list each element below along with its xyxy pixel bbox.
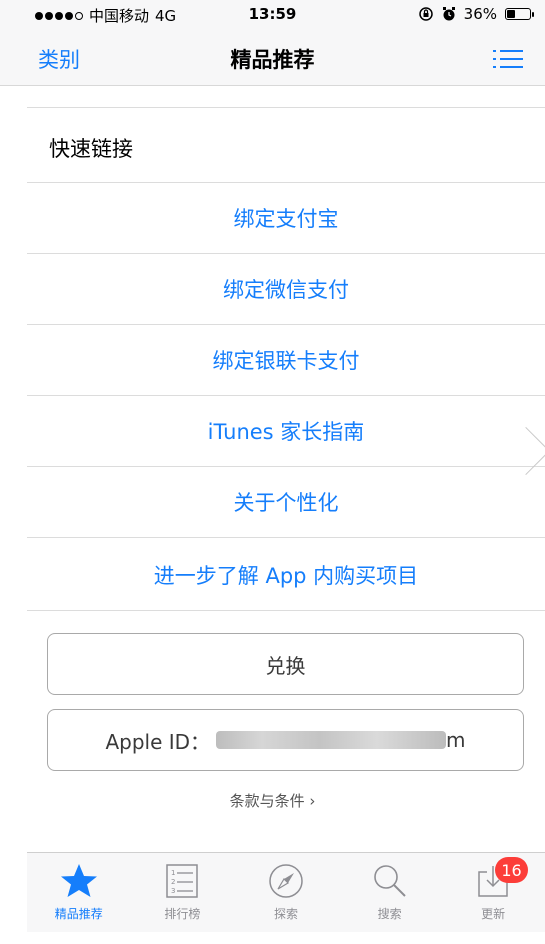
terms-and-conditions-link[interactable]: 条款与条件 ›: [0, 790, 545, 811]
link-in-app-purchases[interactable]: 进一步了解 App 内购买项目: [27, 540, 545, 611]
redeem-button[interactable]: 兑换: [47, 633, 524, 695]
link-bind-alipay[interactable]: 绑定支付宝: [27, 183, 545, 254]
tab-explore[interactable]: 探索: [234, 853, 338, 932]
apple-id-button[interactable]: Apple ID： m: [47, 709, 524, 771]
battery-percent: 36%: [463, 5, 497, 23]
link-itunes-parents-guide[interactable]: iTunes 家长指南: [27, 396, 545, 467]
status-bar: 中国移动 4G 13:59 36%: [0, 0, 545, 30]
svg-text:3: 3: [171, 887, 175, 895]
link-bind-wechat-pay[interactable]: 绑定微信支付: [27, 254, 545, 325]
tab-label: 更新: [481, 907, 506, 921]
tab-top-charts[interactable]: 1 2 3 排行榜: [131, 853, 235, 932]
redacted-apple-id: [216, 731, 447, 749]
status-right: 36%: [418, 5, 534, 23]
apple-id-suffix: m: [446, 728, 466, 752]
link-bind-unionpay[interactable]: 绑定银联卡支付: [27, 325, 545, 396]
alarm-icon: [442, 7, 455, 21]
battery-icon: [505, 8, 534, 20]
tab-updates[interactable]: 16 更新: [441, 853, 545, 932]
quick-links-header: 快速链接: [49, 137, 133, 161]
tab-featured[interactable]: 精品推荐: [27, 853, 131, 932]
compass-icon: [264, 861, 308, 901]
tab-search[interactable]: 搜索: [338, 853, 442, 932]
divider: [27, 107, 545, 108]
tab-label: 精品推荐: [54, 907, 103, 921]
star-icon: [57, 861, 101, 901]
apple-id-label: Apple ID：: [105, 729, 211, 754]
page-title: 精品推荐: [230, 48, 315, 72]
bottom-strip: [0, 932, 545, 944]
updates-count-badge: 16: [495, 857, 528, 883]
link-about-personalization[interactable]: 关于个性化: [27, 467, 545, 538]
app-store-screen: 中国移动 4G 13:59 36% 类别 精品推荐 快速链接 绑定支付宝 绑定微…: [0, 0, 545, 944]
tab-bar: 精品推荐 1 2 3 排行榜 探索 搜索 16 更新: [27, 852, 545, 932]
tab-label: 搜索: [377, 907, 402, 921]
navigation-bar: 类别 精品推荐: [0, 30, 545, 86]
ranking-list-icon: 1 2 3: [160, 861, 204, 901]
list-menu-icon[interactable]: [493, 48, 523, 70]
svg-text:1: 1: [171, 869, 175, 877]
tab-label: 探索: [273, 907, 298, 921]
tab-label: 排行榜: [164, 907, 201, 921]
search-icon: [368, 861, 412, 901]
orientation-lock-icon: [418, 7, 433, 21]
svg-text:2: 2: [171, 878, 175, 886]
